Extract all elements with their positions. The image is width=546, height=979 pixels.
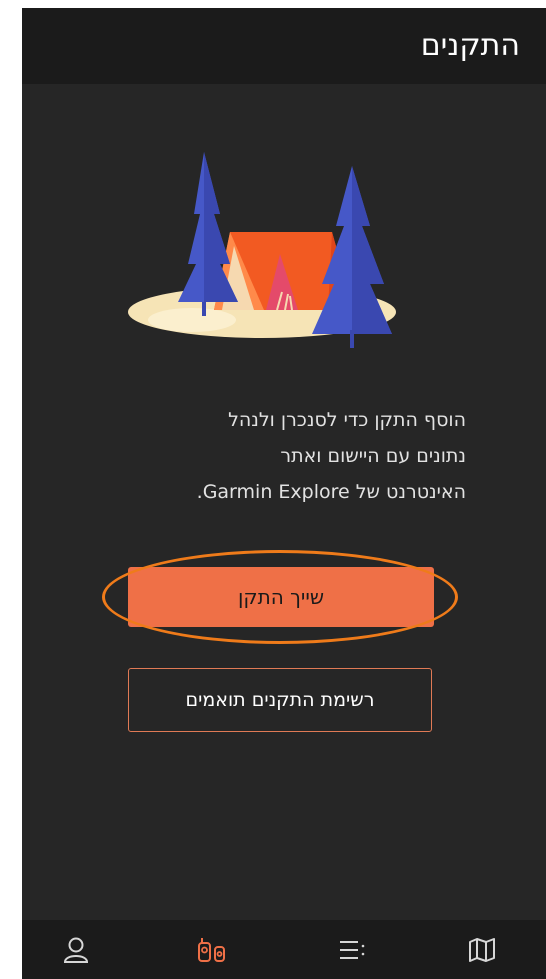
pair-device-button[interactable]: שייך התקן — [128, 567, 434, 627]
nav-map[interactable] — [442, 920, 522, 979]
compatible-devices-button[interactable]: רשימת התקנים תואמים — [128, 668, 432, 732]
map-icon — [469, 937, 495, 962]
nav-devices[interactable] — [172, 920, 252, 979]
nav-activities[interactable] — [312, 920, 392, 979]
page-title: התקנים — [420, 28, 520, 63]
devices-screen: התקנים הוסף התקן כדי לסנכרן ולנהל נתונים… — [22, 8, 546, 979]
app-bar: התקנים — [22, 8, 546, 84]
devices-icon — [198, 937, 225, 962]
menu-list-icon — [340, 940, 365, 959]
description-line: האינטרנט של Garmin Explore. — [196, 481, 466, 503]
bottom-nav — [22, 920, 546, 979]
nav-profile[interactable] — [36, 920, 116, 979]
description-line: נתונים עם היישום ואתר — [280, 445, 466, 467]
person-icon — [63, 937, 89, 963]
empty-state-description: הוסף התקן כדי לסנכרן ולנהל נתונים עם היי… — [106, 402, 466, 510]
camping-tent-illustration — [128, 152, 396, 348]
description-line: הוסף התקן כדי לסנכרן ולנהל — [228, 409, 466, 431]
